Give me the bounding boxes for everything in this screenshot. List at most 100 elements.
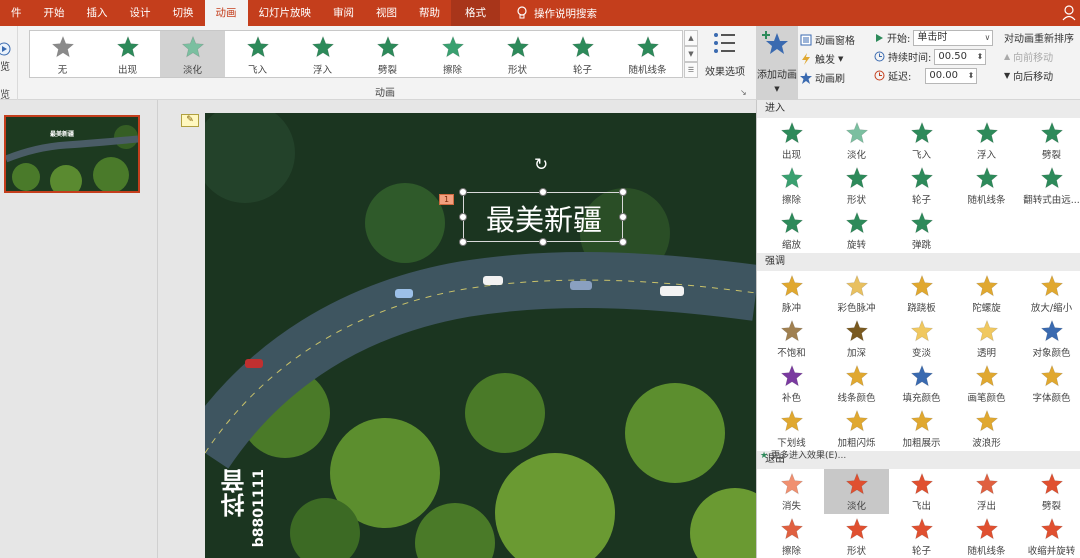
effect-item[interactable]: 透明 xyxy=(954,316,1019,361)
watermark-brand: 抖音 xyxy=(221,469,249,517)
effect-item[interactable]: 飞入 xyxy=(889,118,954,163)
tab-slideshow[interactable]: 幻灯片放映 xyxy=(248,0,323,26)
effect-item[interactable]: 浮出 xyxy=(954,469,1019,514)
effect-item[interactable]: 波浪形 xyxy=(954,406,1019,451)
gallery-item[interactable]: 出现 xyxy=(95,31,160,77)
effect-item[interactable]: 旋转 xyxy=(824,208,889,253)
effect-item[interactable]: 淡化 xyxy=(824,118,889,163)
effect-item[interactable]: 形状 xyxy=(824,514,889,558)
tab-animations[interactable]: 动画 xyxy=(204,0,248,26)
tab-home[interactable]: 开始 xyxy=(33,0,76,26)
effect-item[interactable]: 缩放 xyxy=(759,208,824,253)
effect-item[interactable]: 擦除 xyxy=(759,514,824,558)
tab-file[interactable]: 件 xyxy=(0,0,33,26)
preview-button[interactable]: 览 xyxy=(0,58,10,73)
add-animation-button[interactable]: 添加动画 ▼ xyxy=(756,26,798,100)
tell-me-search[interactable]: 操作说明搜索 xyxy=(500,6,597,21)
effect-item[interactable]: 加粗展示 xyxy=(889,406,954,451)
gallery-item[interactable]: 飞入 xyxy=(225,31,290,77)
resize-handle[interactable] xyxy=(619,213,627,221)
effect-item[interactable]: 形状 xyxy=(824,163,889,208)
effect-item[interactable]: 放大/缩小 xyxy=(1019,271,1080,316)
gallery-item[interactable]: 轮子 xyxy=(550,31,615,77)
move-earlier-button[interactable]: ▲ 向前移动 xyxy=(1004,47,1080,66)
move-later-button[interactable]: ▼ 向后移动 xyxy=(1004,66,1080,85)
gallery-item[interactable]: 形状 xyxy=(485,31,550,77)
effect-item[interactable]: 翻转式由远... xyxy=(1019,163,1080,208)
start-select[interactable]: 单击时 ∨ xyxy=(913,29,994,46)
resize-handle[interactable] xyxy=(539,238,547,246)
gallery-scroll-up[interactable]: ▲ xyxy=(684,30,698,46)
effect-item[interactable]: 浮入 xyxy=(954,118,1019,163)
gallery-item[interactable]: 随机线条 xyxy=(615,31,680,77)
resize-handle[interactable] xyxy=(619,188,627,196)
gallery-scroll-down[interactable]: ▼ xyxy=(684,46,698,62)
effect-item[interactable]: 脉冲 xyxy=(759,271,824,316)
effect-item[interactable]: 线条颜色 xyxy=(824,361,889,406)
effect-item[interactable]: 彩色脉冲 xyxy=(824,271,889,316)
resize-handle[interactable] xyxy=(539,188,547,196)
effect-item[interactable]: 弹跳 xyxy=(889,208,954,253)
effect-item[interactable]: 画笔颜色 xyxy=(954,361,1019,406)
effect-item[interactable]: 填充颜色 xyxy=(889,361,954,406)
effect-item[interactable]: 劈裂 xyxy=(1019,118,1080,163)
effect-item[interactable]: 对象颜色 xyxy=(1019,316,1080,361)
resize-handle[interactable] xyxy=(459,188,467,196)
effect-item[interactable]: 淡化 xyxy=(824,469,889,514)
effect-item[interactable]: 擦除 xyxy=(759,163,824,208)
effect-item[interactable]: 轮子 xyxy=(889,163,954,208)
effect-item[interactable]: 不饱和 xyxy=(759,316,824,361)
duration-stepper[interactable]: 00.50 ⬍ xyxy=(934,48,987,65)
tab-help[interactable]: 帮助 xyxy=(408,0,451,26)
resize-handle[interactable] xyxy=(459,238,467,246)
tab-transitions[interactable]: 切换 xyxy=(162,0,205,26)
more-entrance-effects[interactable]: ★ 更多进入效果(E)... xyxy=(760,448,846,461)
preview-icon[interactable] xyxy=(0,42,12,56)
effect-item[interactable]: 跷跷板 xyxy=(889,271,954,316)
effect-item[interactable]: 加粗闪烁 xyxy=(824,406,889,451)
effect-item[interactable]: 陀螺旋 xyxy=(954,271,1019,316)
resize-handle[interactable] xyxy=(619,238,627,246)
slide-title[interactable]: 最美新疆 xyxy=(469,197,619,239)
animation-order-tag[interactable]: 1 xyxy=(439,194,454,205)
gallery-item[interactable]: 劈裂 xyxy=(355,31,420,77)
effect-item[interactable]: 下划线 xyxy=(759,406,824,451)
tab-view[interactable]: 视图 xyxy=(365,0,408,26)
effect-item[interactable]: 随机线条 xyxy=(954,163,1019,208)
resize-handle[interactable] xyxy=(459,213,467,221)
effect-item[interactable]: 补色 xyxy=(759,361,824,406)
effect-item[interactable]: 劈裂 xyxy=(1019,469,1080,514)
gallery-item[interactable]: 无 xyxy=(30,31,95,77)
tab-design[interactable]: 设计 xyxy=(119,0,162,26)
start-value: 单击时 xyxy=(917,31,948,43)
stepper-arrows-icon[interactable]: ⬍ xyxy=(977,50,984,64)
effect-item[interactable]: 收缩并旋转 xyxy=(1019,514,1080,558)
effect-item[interactable]: 飞出 xyxy=(889,469,954,514)
effect-item[interactable]: 字体颜色 xyxy=(1019,361,1080,406)
effect-star-icon xyxy=(845,364,868,386)
slide-canvas[interactable]: ↻ 1 最美新疆 抖音 b8801111 xyxy=(205,113,756,558)
trigger-button[interactable]: 触发 ▼ xyxy=(800,49,872,68)
slide-thumbnail[interactable]: 最美新疆 xyxy=(4,115,140,193)
effect-item[interactable]: 消失 xyxy=(759,469,824,514)
gallery-item[interactable]: 擦除 xyxy=(420,31,485,77)
effect-item[interactable]: 出现 xyxy=(759,118,824,163)
gallery-expand[interactable]: ☰ xyxy=(684,62,698,78)
effect-item[interactable]: 变淡 xyxy=(889,316,954,361)
animation-painter-button[interactable]: 动画刷 xyxy=(800,68,872,87)
effect-item[interactable]: 加深 xyxy=(824,316,889,361)
tab-review[interactable]: 审阅 xyxy=(322,0,365,26)
user-icon[interactable] xyxy=(1062,5,1076,21)
rotate-handle-icon[interactable]: ↻ xyxy=(534,155,548,175)
delay-stepper[interactable]: 00.00 ⬍ xyxy=(925,67,978,84)
animation-pane-button[interactable]: 动画窗格 xyxy=(800,30,872,49)
tab-format[interactable]: 格式 xyxy=(451,0,500,26)
stepper-arrows-icon[interactable]: ⬍ xyxy=(968,69,975,83)
effect-item[interactable]: 随机线条 xyxy=(954,514,1019,558)
effect-item[interactable]: 轮子 xyxy=(889,514,954,558)
gallery-item[interactable]: 淡化 xyxy=(160,31,225,77)
group-launcher-icon[interactable]: ↘ xyxy=(740,88,747,97)
tab-insert[interactable]: 插入 xyxy=(76,0,119,26)
gallery-item[interactable]: 浮入 xyxy=(290,31,355,77)
note-icon[interactable]: ✎ xyxy=(181,114,199,127)
